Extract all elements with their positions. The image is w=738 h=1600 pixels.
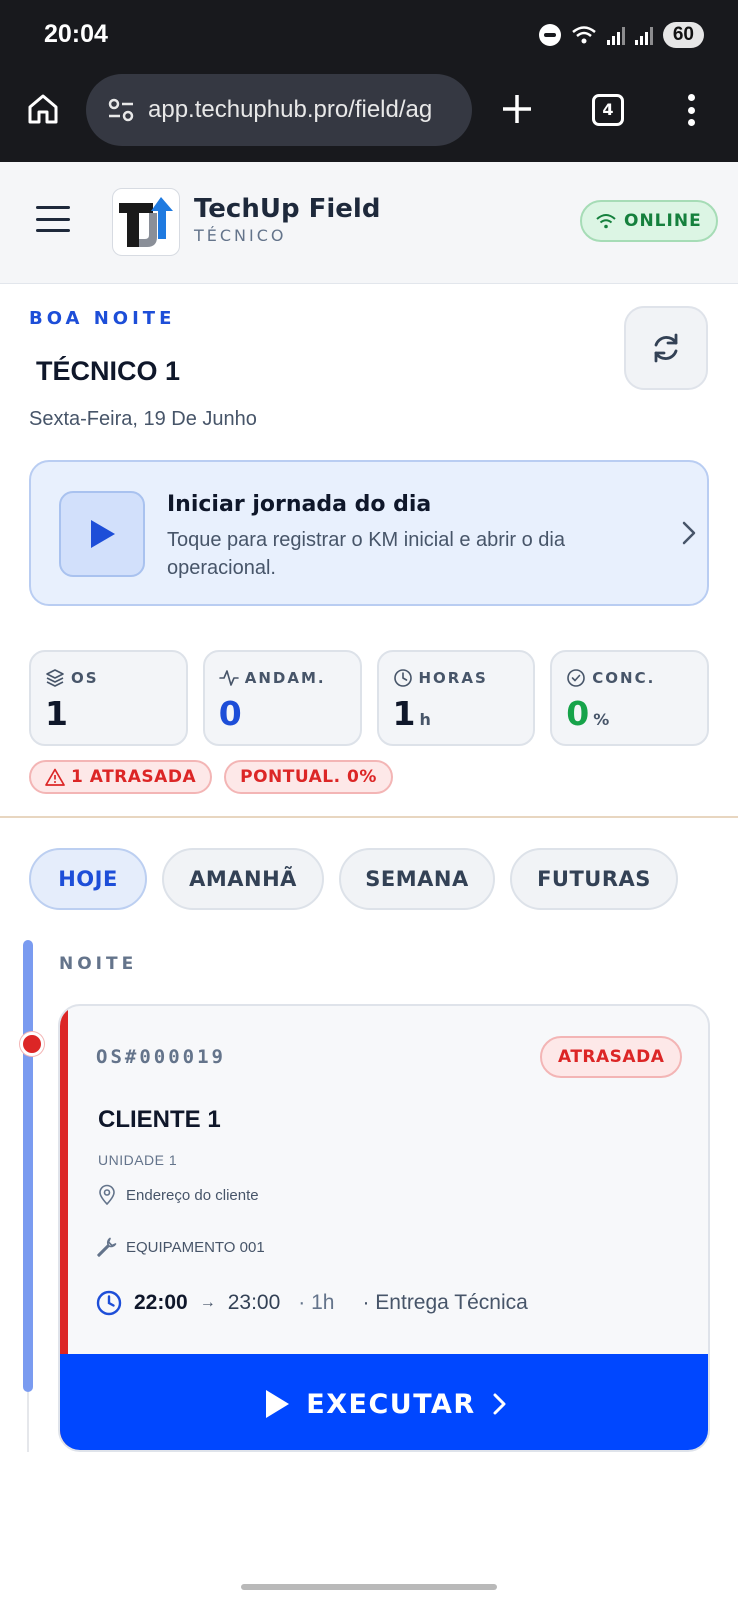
current-date: Sexta-Feira, 19 De Junho bbox=[29, 408, 257, 430]
equipment-name: EQUIPAMENTO 001 bbox=[126, 1238, 265, 1256]
duration: · 1h bbox=[298, 1291, 335, 1314]
stat-concluidas-unit: % bbox=[593, 710, 610, 729]
site-settings-icon[interactable] bbox=[108, 98, 134, 122]
late-alert-label: 1 ATRASADA bbox=[71, 767, 197, 787]
start-time: 22:00 bbox=[134, 1291, 188, 1314]
play-icon bbox=[266, 1390, 290, 1418]
address-bar[interactable]: app.techuphub.pro/field/ag bbox=[86, 74, 472, 146]
status-icons: 60 bbox=[538, 22, 704, 48]
punctuality-label: PONTUAL. 0% bbox=[240, 767, 377, 787]
chevron-right-icon bbox=[682, 521, 696, 545]
url-text: app.techuphub.pro/field/ag bbox=[148, 96, 433, 123]
stat-horas-value: 1 bbox=[392, 694, 416, 733]
punctuality-pill: PONTUAL. 0% bbox=[224, 760, 393, 794]
stat-os: OS 1 bbox=[29, 650, 188, 746]
brand-subtitle: TÉCNICO bbox=[194, 226, 287, 245]
stat-horas-label: HORAS bbox=[418, 669, 488, 687]
refresh-button[interactable] bbox=[624, 306, 708, 390]
signal-icon bbox=[606, 25, 625, 45]
system-chrome: 20:04 60 app.techuphub.pro/field/ag 4 bbox=[0, 0, 738, 162]
stat-andamento: ANDAM. 0 bbox=[202, 650, 362, 746]
execute-label: EXECUTAR bbox=[306, 1388, 476, 1420]
status-badge: ATRASADA bbox=[540, 1036, 683, 1078]
activity-icon bbox=[218, 670, 239, 686]
start-day-play-button[interactable] bbox=[59, 491, 145, 577]
wifi-status-icon bbox=[572, 26, 596, 44]
alerts-row: 1 ATRASADA PONTUAL. 0% bbox=[29, 760, 393, 794]
start-day-card[interactable]: Iniciar jornada do dia Toque para regist… bbox=[29, 460, 709, 606]
wrench-icon bbox=[97, 1237, 117, 1257]
stat-concluidas-value: 0 bbox=[566, 694, 590, 733]
online-status-label: ONLINE bbox=[624, 211, 702, 231]
period-label: NOITE bbox=[59, 954, 138, 974]
stat-os-label: OS bbox=[71, 669, 99, 687]
chevron-right-icon bbox=[493, 1393, 506, 1415]
status-bar: 20:04 60 bbox=[0, 0, 738, 72]
tab-futuras[interactable]: FUTURAS bbox=[510, 848, 678, 910]
address-row: Endereço do cliente bbox=[96, 1184, 259, 1206]
time-arrow: → bbox=[199, 1294, 216, 1311]
tab-semana[interactable]: SEMANA bbox=[339, 848, 495, 910]
timeline-status-dot bbox=[20, 1032, 44, 1056]
equipment-row: EQUIPAMENTO 001 bbox=[96, 1236, 265, 1258]
more-icon[interactable] bbox=[688, 94, 696, 126]
schedule-row: 22:00 → 23:00 · 1h · Entrega Técnica bbox=[96, 1290, 528, 1316]
brand-name: TechUp Field bbox=[194, 194, 381, 224]
app-header: TechUp Field TÉCNICO ONLINE bbox=[0, 162, 738, 284]
stat-horas: HORAS 1h bbox=[376, 650, 536, 746]
wifi-icon bbox=[596, 214, 616, 229]
tab-hoje[interactable]: HOJE bbox=[29, 848, 147, 910]
period-tabs: HOJE AMANHÃ SEMANA FUTURAS bbox=[29, 848, 678, 910]
home-icon[interactable] bbox=[26, 92, 60, 126]
map-pin-icon bbox=[99, 1184, 115, 1205]
play-icon bbox=[91, 520, 115, 548]
start-day-description: Toque para registrar o KM inicial e abri… bbox=[167, 529, 565, 579]
service-order-card[interactable]: OS#000019 ATRASADA CLIENTE 1 UNIDADE 1 E… bbox=[58, 1004, 710, 1452]
battery-indicator: 60 bbox=[662, 22, 704, 48]
end-time: 23:00 bbox=[227, 1291, 281, 1314]
tabs-icon[interactable]: 4 bbox=[592, 94, 624, 126]
layers-icon bbox=[46, 669, 64, 687]
do-not-disturb-icon bbox=[538, 24, 561, 46]
online-status-badge: ONLINE bbox=[580, 200, 718, 242]
order-id: OS#000019 bbox=[96, 1046, 226, 1068]
gesture-bar bbox=[241, 1584, 497, 1590]
stat-concluidas: CONC. 0% bbox=[550, 650, 709, 746]
tab-amanha[interactable]: AMANHÃ bbox=[162, 848, 324, 910]
section-divider bbox=[0, 816, 738, 818]
technician-name: TÉCNICO 1 bbox=[36, 356, 181, 386]
new-tab-plus-icon[interactable] bbox=[500, 92, 534, 126]
timeline-rail bbox=[23, 940, 33, 1392]
execute-button[interactable]: EXECUTAR bbox=[60, 1354, 708, 1450]
warning-icon bbox=[45, 768, 65, 786]
stat-andamento-value: 0 bbox=[218, 694, 242, 733]
service-type: · Entrega Técnica bbox=[362, 1291, 528, 1314]
stats-row: OS 1 ANDAM. 0 HORAS 1h CONC. 0 % bbox=[29, 650, 709, 746]
late-alert-pill[interactable]: 1 ATRASADA bbox=[29, 760, 213, 794]
stat-os-value: 1 bbox=[45, 694, 68, 733]
start-day-title: Iniciar jornada do dia bbox=[167, 492, 432, 517]
browser-toolbar: app.techuphub.pro/field/ag 4 bbox=[0, 72, 738, 162]
client-name: CLIENTE 1 bbox=[98, 1106, 221, 1133]
app-logo bbox=[112, 188, 180, 256]
stat-andamento-label: ANDAM. bbox=[244, 669, 326, 687]
timeline-tail bbox=[27, 1392, 29, 1452]
clock-icon bbox=[393, 669, 412, 687]
unit-name: UNIDADE 1 bbox=[98, 1152, 178, 1168]
stat-horas-unit: h bbox=[419, 710, 431, 729]
stat-concluidas-label: CONC. bbox=[592, 669, 656, 687]
clock-icon bbox=[96, 1290, 122, 1316]
greeting-label: BOA NOITE bbox=[29, 308, 176, 329]
client-address: Endereço do cliente bbox=[126, 1186, 259, 1204]
status-time: 20:04 bbox=[44, 20, 108, 48]
refresh-icon bbox=[654, 333, 678, 363]
check-circle-icon bbox=[567, 669, 586, 687]
menu-icon[interactable] bbox=[36, 206, 70, 232]
signal-icon-2 bbox=[634, 25, 653, 45]
